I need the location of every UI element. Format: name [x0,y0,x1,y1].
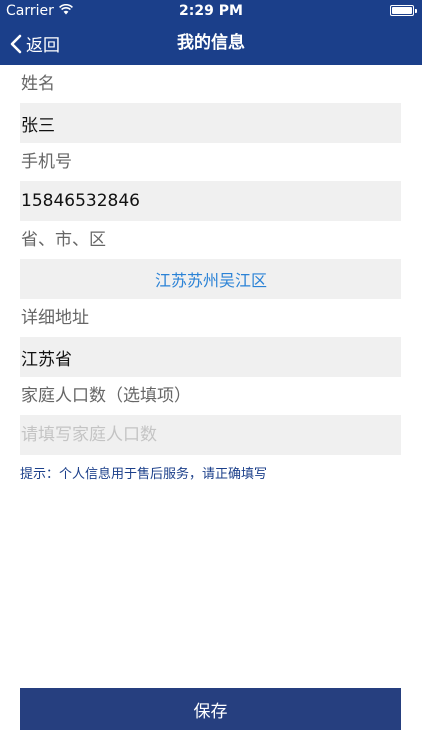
navigation-bar: 返回 我的信息 [0,22,422,65]
address-input[interactable] [21,337,401,377]
region-selector[interactable]: 江苏苏州吴江区 [20,259,401,299]
battery-icon [390,5,417,16]
name-label: 姓名 [21,74,55,94]
address-field[interactable] [20,337,401,377]
household-field[interactable] [20,415,401,455]
hint-text: 提示：个人信息用于售后服务，请正确填写 [20,467,268,482]
region-label: 省、市、区 [21,230,106,250]
phone-label: 手机号 [21,152,72,172]
status-time: 2:29 PM [179,3,243,19]
household-input[interactable] [21,415,401,455]
save-button[interactable]: 保存 [20,688,401,730]
address-label: 详细地址 [21,308,89,328]
household-label: 家庭人口数（选填项） [21,386,191,406]
page-title: 我的信息 [177,33,245,53]
region-value: 江苏苏州吴江区 [154,271,267,290]
phone-input[interactable] [21,181,401,221]
profile-form: 姓名 手机号 省、市、区 江苏苏州吴江区 详细地址 家庭人口数（选填项） 提示：… [20,65,401,485]
name-field[interactable] [20,103,401,143]
name-input[interactable] [21,103,401,143]
phone-field[interactable] [20,181,401,221]
status-bar: Carrier 2:29 PM [0,0,422,22]
